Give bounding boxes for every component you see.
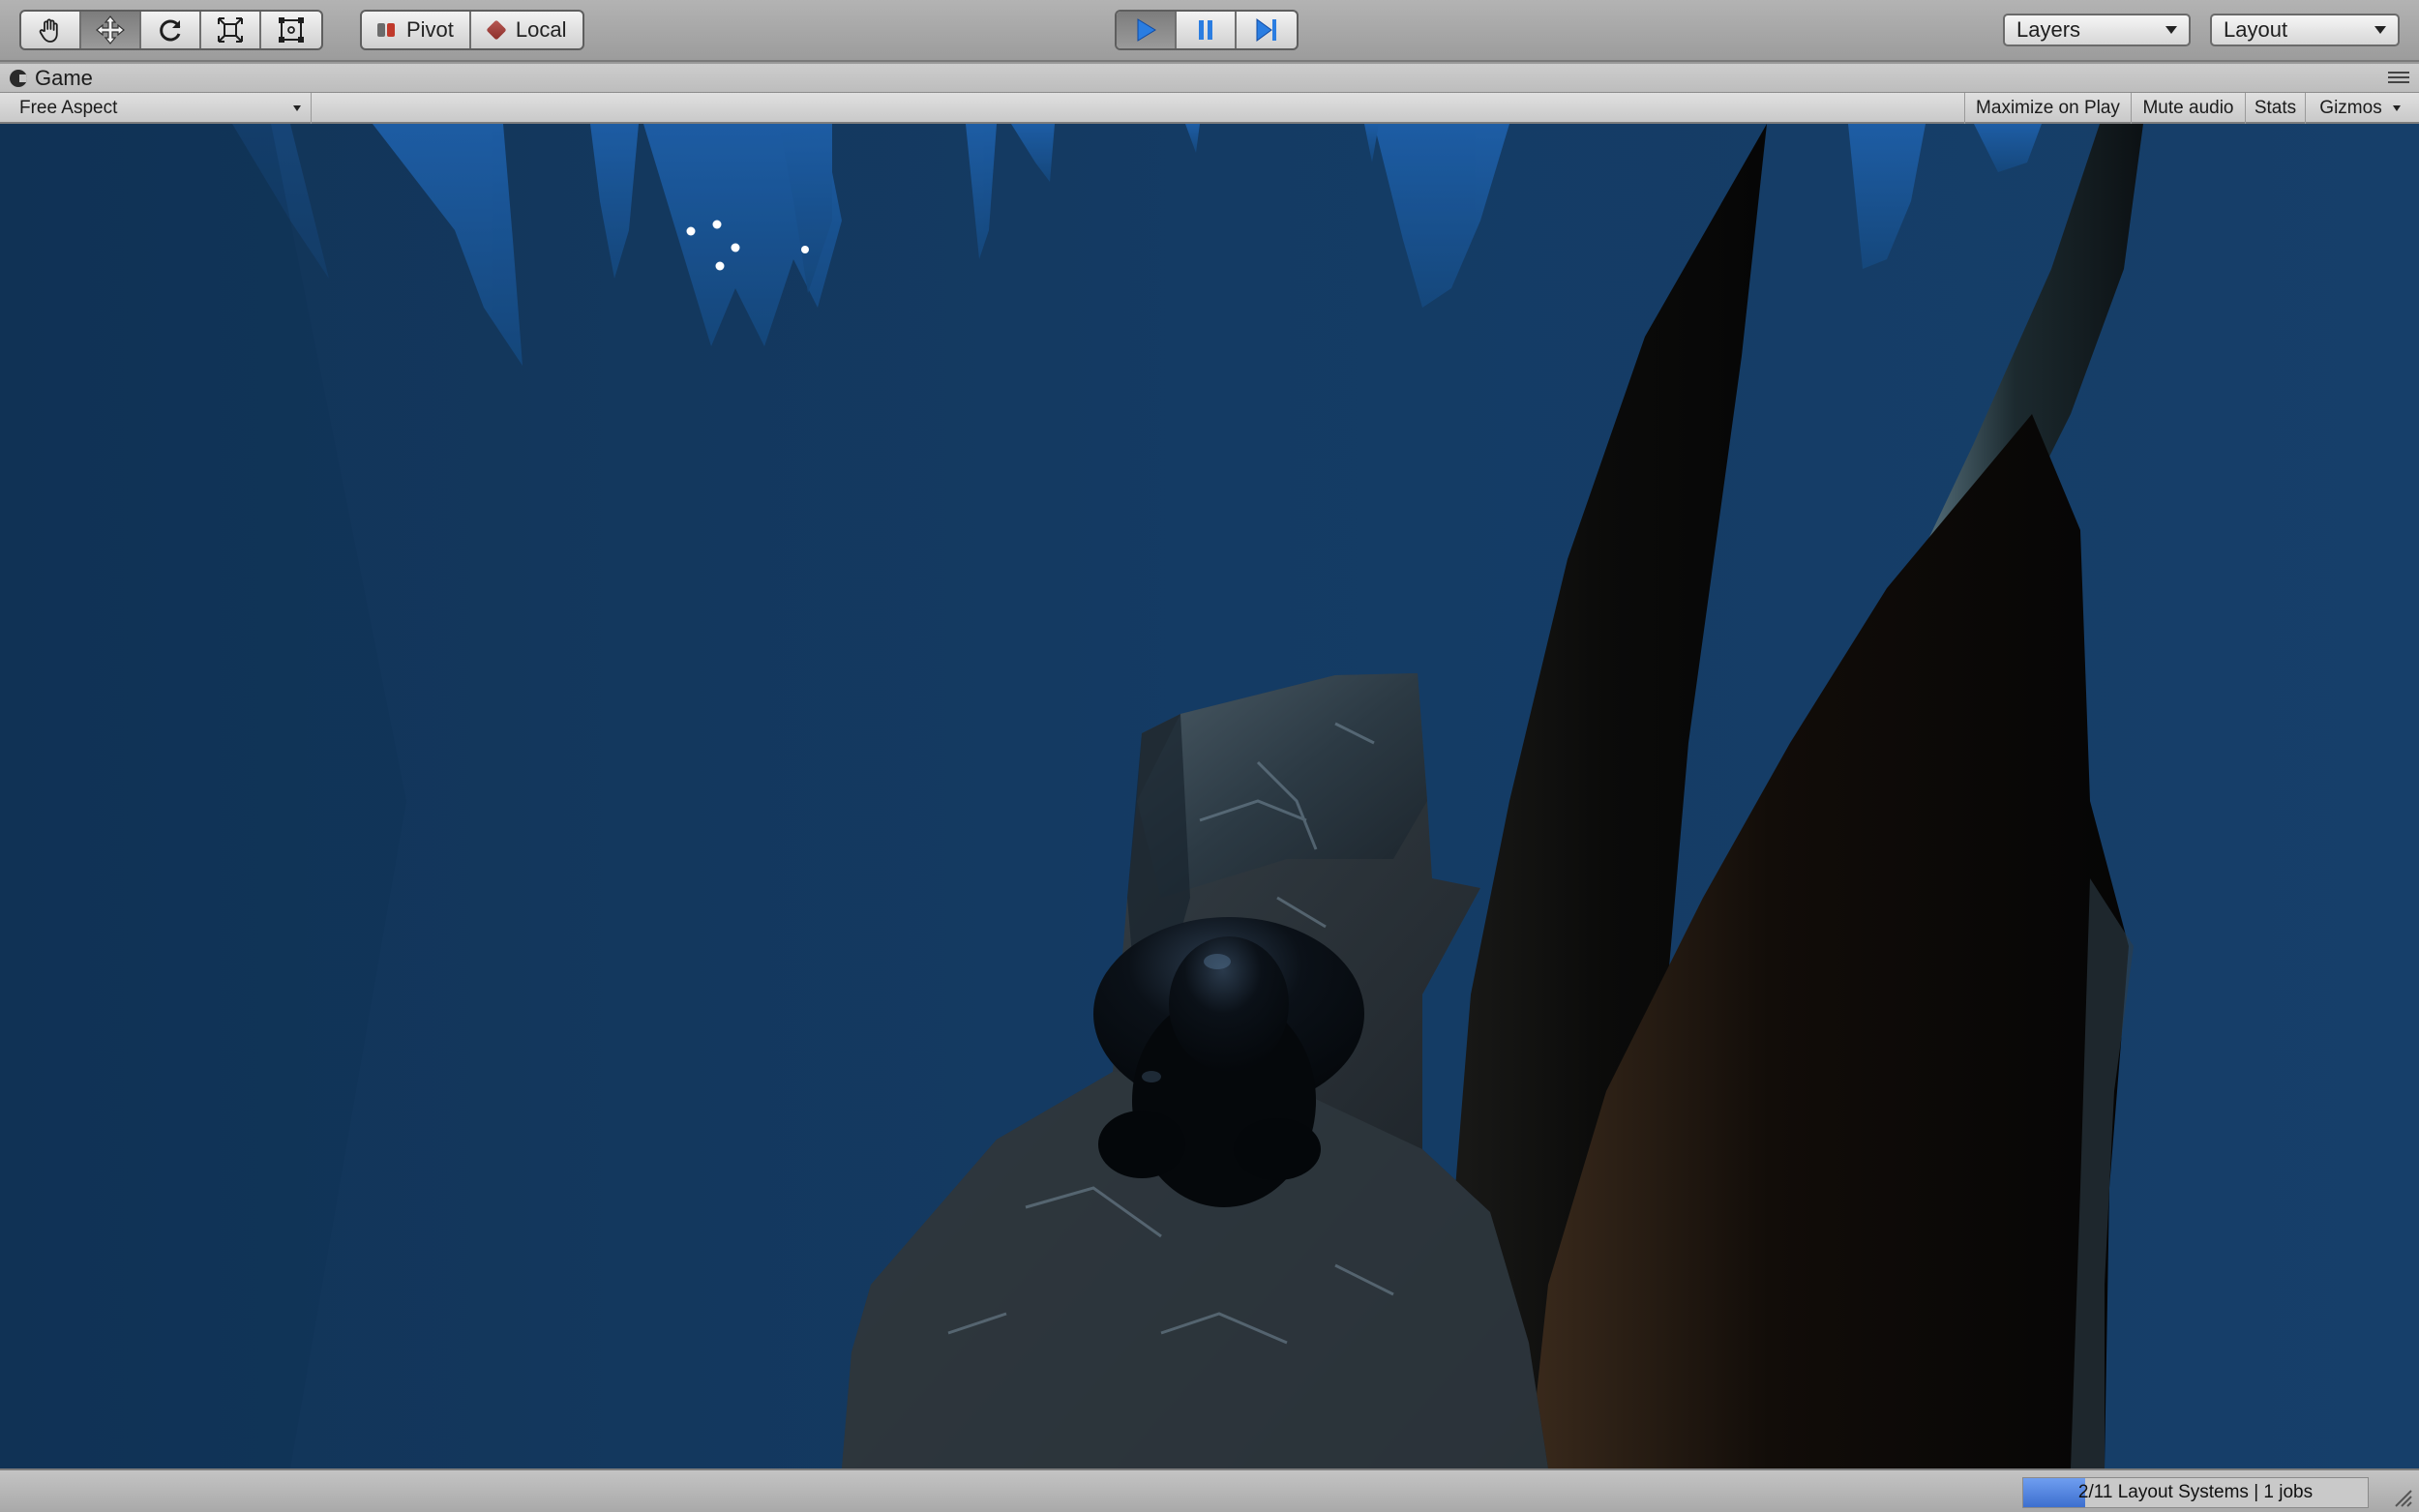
chevron-down-icon [2165, 26, 2177, 34]
play-icon [1137, 18, 1156, 42]
pivot-label: Pivot [406, 17, 454, 42]
step-icon [1256, 18, 1276, 42]
gizmos-label: Gizmos [2319, 98, 2382, 118]
gizmos-toggle[interactable]: Gizmos [2305, 93, 2396, 124]
layers-dropdown[interactable]: Layers [2003, 14, 2191, 46]
rect-tool-button[interactable] [261, 12, 321, 48]
progress-text: 2/11 Layout Systems | 1 jobs [2077, 1482, 2314, 1502]
gizmos-dropdown[interactable] [2386, 93, 2407, 124]
play-controls [1115, 10, 1299, 50]
stats-label: Stats [2254, 98, 2297, 118]
move-icon [96, 15, 125, 44]
resize-grip-icon[interactable] [2390, 1485, 2413, 1508]
game-viewport[interactable] [0, 124, 2419, 1468]
transform-tools [19, 10, 323, 50]
chevron-down-icon [293, 105, 301, 111]
scale-tool-button[interactable] [201, 12, 261, 48]
cube-icon [486, 19, 507, 41]
maximize-label: Maximize on Play [1976, 98, 2120, 118]
game-options-bar: Free Aspect Maximize on Play Mute audio … [0, 93, 2419, 124]
rect-icon [279, 17, 304, 43]
pause-button[interactable] [1177, 12, 1237, 48]
game-window-tabbar: Game [0, 64, 2419, 93]
step-button[interactable] [1237, 12, 1297, 48]
aspect-dropdown[interactable]: Free Aspect [10, 93, 312, 124]
pivot-button[interactable]: Pivot [362, 12, 471, 48]
local-button[interactable]: Local [471, 12, 582, 48]
layout-label: Layout [2224, 17, 2288, 42]
tab-game[interactable]: Game [10, 64, 93, 93]
local-label: Local [515, 17, 567, 42]
game-tab-label: Game [35, 66, 93, 90]
status-bar: 2/11 Layout Systems | 1 jobs [0, 1468, 2419, 1512]
play-button[interactable] [1117, 12, 1177, 48]
move-tool-button[interactable] [81, 12, 141, 48]
game-view-icon [10, 70, 27, 87]
scale-icon [218, 17, 243, 43]
maximize-on-play-toggle[interactable]: Maximize on Play [1964, 93, 2131, 124]
stats-toggle[interactable]: Stats [2245, 93, 2305, 124]
mute-label: Mute audio [2142, 98, 2234, 118]
game-scene [0, 124, 2419, 1468]
pivot-toggle-group: Pivot Local [360, 10, 584, 50]
hand-icon [39, 18, 58, 43]
hand-tool-button[interactable] [21, 12, 81, 48]
tab-menu-icon[interactable] [2388, 72, 2409, 85]
pause-icon [1199, 20, 1212, 40]
layers-label: Layers [2016, 17, 2081, 42]
main-toolbar: Pivot Local Layers Layout [0, 0, 2419, 62]
rotate-icon [160, 19, 181, 42]
pivot-icon [377, 21, 397, 39]
chevron-down-icon [2374, 26, 2386, 34]
layout-dropdown[interactable]: Layout [2210, 14, 2400, 46]
chevron-down-icon [2393, 105, 2401, 111]
progress-bar: 2/11 Layout Systems | 1 jobs [2022, 1477, 2369, 1508]
mute-audio-toggle[interactable]: Mute audio [2131, 93, 2245, 124]
aspect-label: Free Aspect [19, 98, 118, 118]
rotate-tool-button[interactable] [141, 12, 201, 48]
